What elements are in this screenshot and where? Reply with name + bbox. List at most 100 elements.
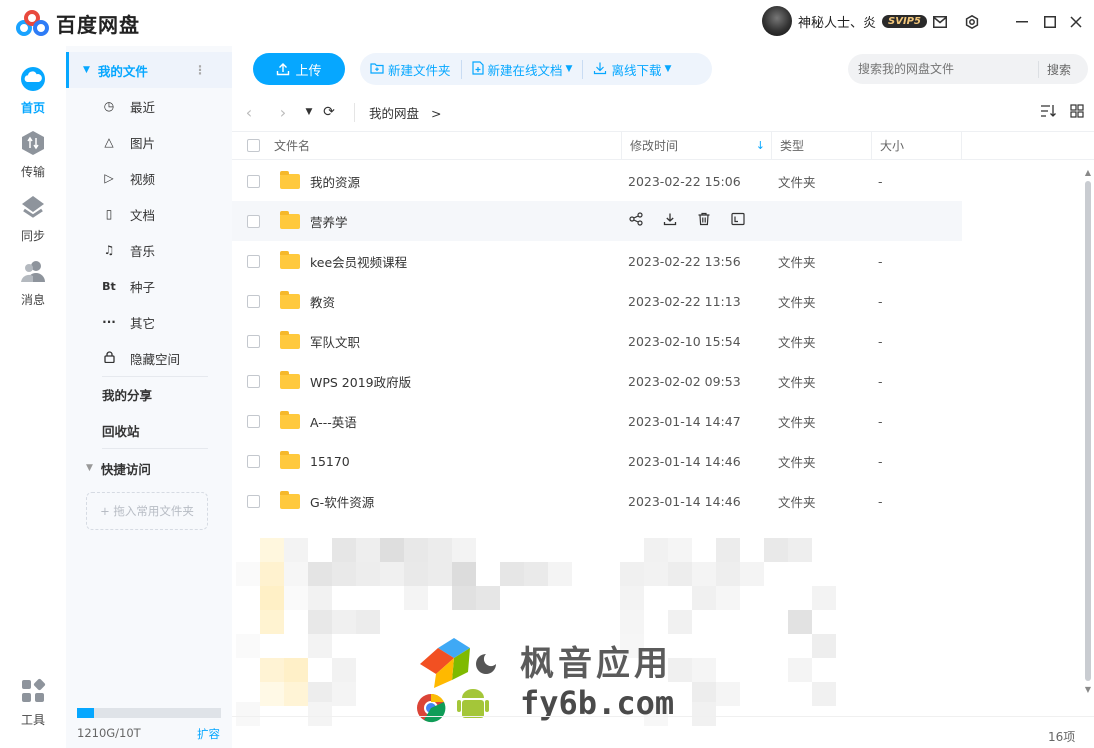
sidebar-my-files[interactable]: ▼ 我的文件 ⋮ — [66, 52, 232, 88]
share-icon[interactable] — [628, 212, 644, 230]
file-name-cell[interactable]: WPS 2019政府版 — [274, 370, 620, 391]
watermark-title: 枫音应用 — [520, 644, 672, 684]
file-name-cell[interactable]: 我的资源 — [274, 170, 620, 191]
file-name[interactable]: kee会员视频课程 — [310, 252, 407, 271]
row-checkbox[interactable] — [246, 174, 260, 188]
table-row[interactable]: WPS 2019政府版 2023-02-02 09:53 文件夹 - — [232, 361, 962, 401]
minimize-icon[interactable] — [1012, 12, 1032, 32]
user-name[interactable]: 神秘人士、炎 — [798, 12, 876, 31]
row-checkbox[interactable] — [246, 414, 260, 428]
upload-button[interactable]: 上传 — [253, 53, 345, 85]
file-name[interactable]: G-软件资源 — [310, 492, 374, 511]
row-checkbox[interactable] — [246, 334, 260, 348]
header-name[interactable]: 文件名 — [274, 131, 622, 160]
file-name-cell[interactable]: kee会员视频课程 — [274, 250, 620, 271]
scrollbar-thumb[interactable] — [1085, 181, 1091, 681]
file-name-cell[interactable]: 15170 — [274, 450, 620, 469]
sort-icon[interactable] — [1040, 104, 1056, 122]
settings-icon[interactable] — [962, 12, 982, 32]
new-online-doc-button[interactable]: 新建在线文档 ▼ — [460, 59, 583, 79]
sidebar-item-documents[interactable]: ▯ 文档 — [66, 196, 232, 232]
nav-message[interactable]: 消息 — [0, 258, 66, 308]
new-folder-button[interactable]: 新建文件夹 — [360, 60, 461, 79]
file-name[interactable]: 军队文职 — [310, 332, 360, 351]
caret-down-icon[interactable]: ▼ — [86, 463, 93, 473]
nav-transfer[interactable]: 传输 — [0, 130, 66, 180]
file-name-cell[interactable]: A---英语 — [274, 410, 620, 431]
table-row[interactable]: 我的资源 2023-02-22 15:06 文件夹 - — [232, 161, 962, 201]
headphones-icon: ♫ — [103, 243, 115, 257]
sidebar-item-recent[interactable]: ◷ 最近 — [66, 88, 232, 124]
scroll-down-icon[interactable]: ▼ — [1084, 685, 1092, 694]
file-name[interactable]: 教资 — [310, 292, 335, 311]
row-checkbox[interactable] — [246, 294, 260, 308]
row-checkbox[interactable] — [246, 254, 260, 268]
sidebar-my-share[interactable]: 我的分享 — [66, 376, 232, 412]
file-name[interactable]: 我的资源 — [310, 172, 360, 191]
sidebar-recycle-bin[interactable]: 回收站 — [66, 412, 232, 448]
row-checkbox[interactable] — [246, 494, 260, 508]
rename-icon[interactable] — [730, 212, 746, 230]
file-name[interactable]: 15170 — [310, 454, 350, 469]
offline-download-button[interactable]: 离线下载 ▼ — [582, 59, 681, 79]
history-dropdown-icon[interactable]: ▼ — [300, 107, 318, 117]
user-info[interactable]: 神秘人士、炎 SVIP5 — [762, 6, 927, 36]
maximize-icon[interactable] — [1040, 12, 1060, 32]
file-name-cell[interactable]: 营养学 — [274, 210, 620, 231]
vip-badge[interactable]: SVIP5 — [882, 14, 927, 28]
grid-view-icon[interactable] — [1070, 104, 1084, 122]
caret-down-icon[interactable]: ▼ — [83, 65, 90, 75]
search-button[interactable]: 搜索 — [1038, 60, 1071, 78]
sidebar-item-other[interactable]: ··· 其它 — [66, 304, 232, 340]
file-name-cell[interactable]: 教资 — [274, 290, 620, 311]
table-row[interactable]: 军队文职 2023-02-10 15:54 文件夹 - — [232, 321, 962, 361]
sidebar-item-torrents[interactable]: Bt 种子 — [66, 268, 232, 304]
nav-sync[interactable]: 同步 — [0, 194, 66, 244]
file-name[interactable]: A---英语 — [310, 412, 357, 431]
search-box[interactable]: 搜索 — [848, 54, 1088, 84]
table-row[interactable]: A---英语 2023-01-14 14:47 文件夹 - — [232, 401, 962, 441]
sidebar-item-videos[interactable]: ▷ 视频 — [66, 160, 232, 196]
more-vertical-icon[interactable]: ⋮ — [194, 63, 206, 77]
file-name[interactable]: WPS 2019政府版 — [310, 372, 411, 391]
breadcrumb-root[interactable]: 我的网盘 — [369, 106, 419, 121]
delete-icon[interactable] — [696, 212, 712, 230]
table-row[interactable]: 教资 2023-02-22 11:13 文件夹 - — [232, 281, 962, 321]
vertical-scrollbar[interactable]: ▲ ▼ — [1084, 168, 1092, 708]
mail-icon[interactable] — [930, 12, 950, 32]
search-input[interactable] — [848, 62, 1038, 76]
select-all-checkbox[interactable] — [246, 139, 260, 152]
forward-icon[interactable]: › — [266, 103, 300, 122]
sidebar-item-hidden-space[interactable]: 隐藏空间 — [66, 340, 232, 376]
sort-desc-icon[interactable]: ↓ — [756, 139, 765, 152]
caret-down-icon[interactable]: ▼ — [566, 64, 573, 74]
table-row[interactable]: 15170 2023-01-14 14:46 文件夹 - — [232, 441, 962, 481]
file-name-cell[interactable]: G-软件资源 — [274, 490, 620, 511]
back-icon[interactable]: ‹ — [232, 103, 266, 122]
row-checkbox[interactable] — [246, 374, 260, 388]
table-row[interactable]: kee会员视频课程 2023-02-22 13:56 文件夹 - — [232, 241, 962, 281]
close-icon[interactable] — [1066, 12, 1086, 32]
nav-home[interactable]: 首页 — [0, 66, 66, 116]
sidebar-item-images[interactable]: △ 图片 — [66, 124, 232, 160]
table-row[interactable]: 营养学 — [232, 201, 962, 241]
caret-down-icon[interactable]: ▼ — [664, 64, 671, 74]
file-name-cell[interactable]: 军队文职 — [274, 330, 620, 351]
refresh-icon[interactable]: ⟳ — [318, 104, 340, 120]
quick-access-drop-zone[interactable]: + 拖入常用文件夹 — [86, 492, 208, 530]
sidebar-quick-access[interactable]: ▼ 快捷访问 — [66, 450, 232, 486]
file-name[interactable]: 营养学 — [310, 212, 348, 231]
sidebar-item-music[interactable]: ♫ 音乐 — [66, 232, 232, 268]
nav-tools[interactable]: 工具 — [0, 678, 66, 728]
expand-storage-link[interactable]: 扩容 — [197, 726, 220, 742]
table-row[interactable]: G-软件资源 2023-01-14 14:46 文件夹 - — [232, 481, 962, 521]
avatar[interactable] — [762, 6, 792, 36]
header-type[interactable]: 类型 — [772, 131, 872, 160]
row-checkbox[interactable] — [246, 214, 260, 228]
mosaic-cell — [692, 586, 716, 610]
download-icon[interactable] — [662, 212, 678, 230]
header-size[interactable]: 大小 — [872, 131, 962, 160]
row-checkbox[interactable] — [246, 454, 260, 468]
scroll-up-icon[interactable]: ▲ — [1084, 168, 1092, 177]
header-modified[interactable]: 修改时间 ↓ — [622, 131, 772, 160]
